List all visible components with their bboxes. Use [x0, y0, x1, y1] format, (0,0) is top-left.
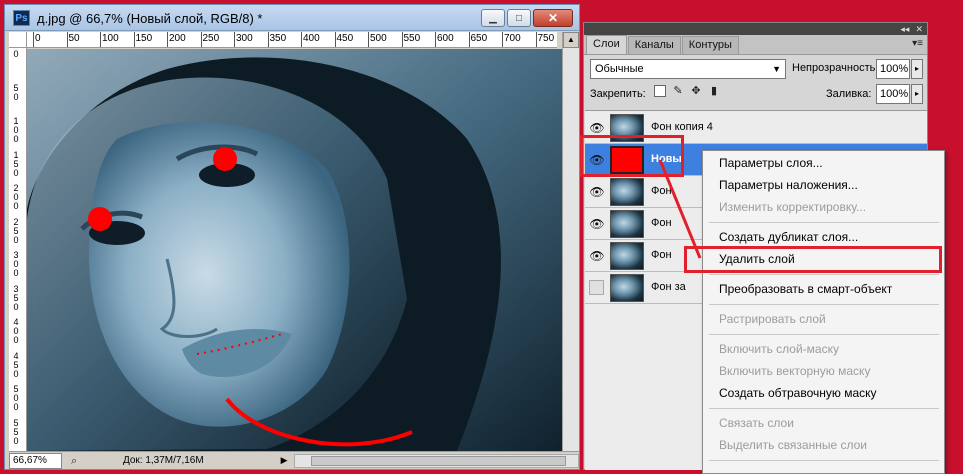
annotation-arrow	[658, 159, 702, 259]
